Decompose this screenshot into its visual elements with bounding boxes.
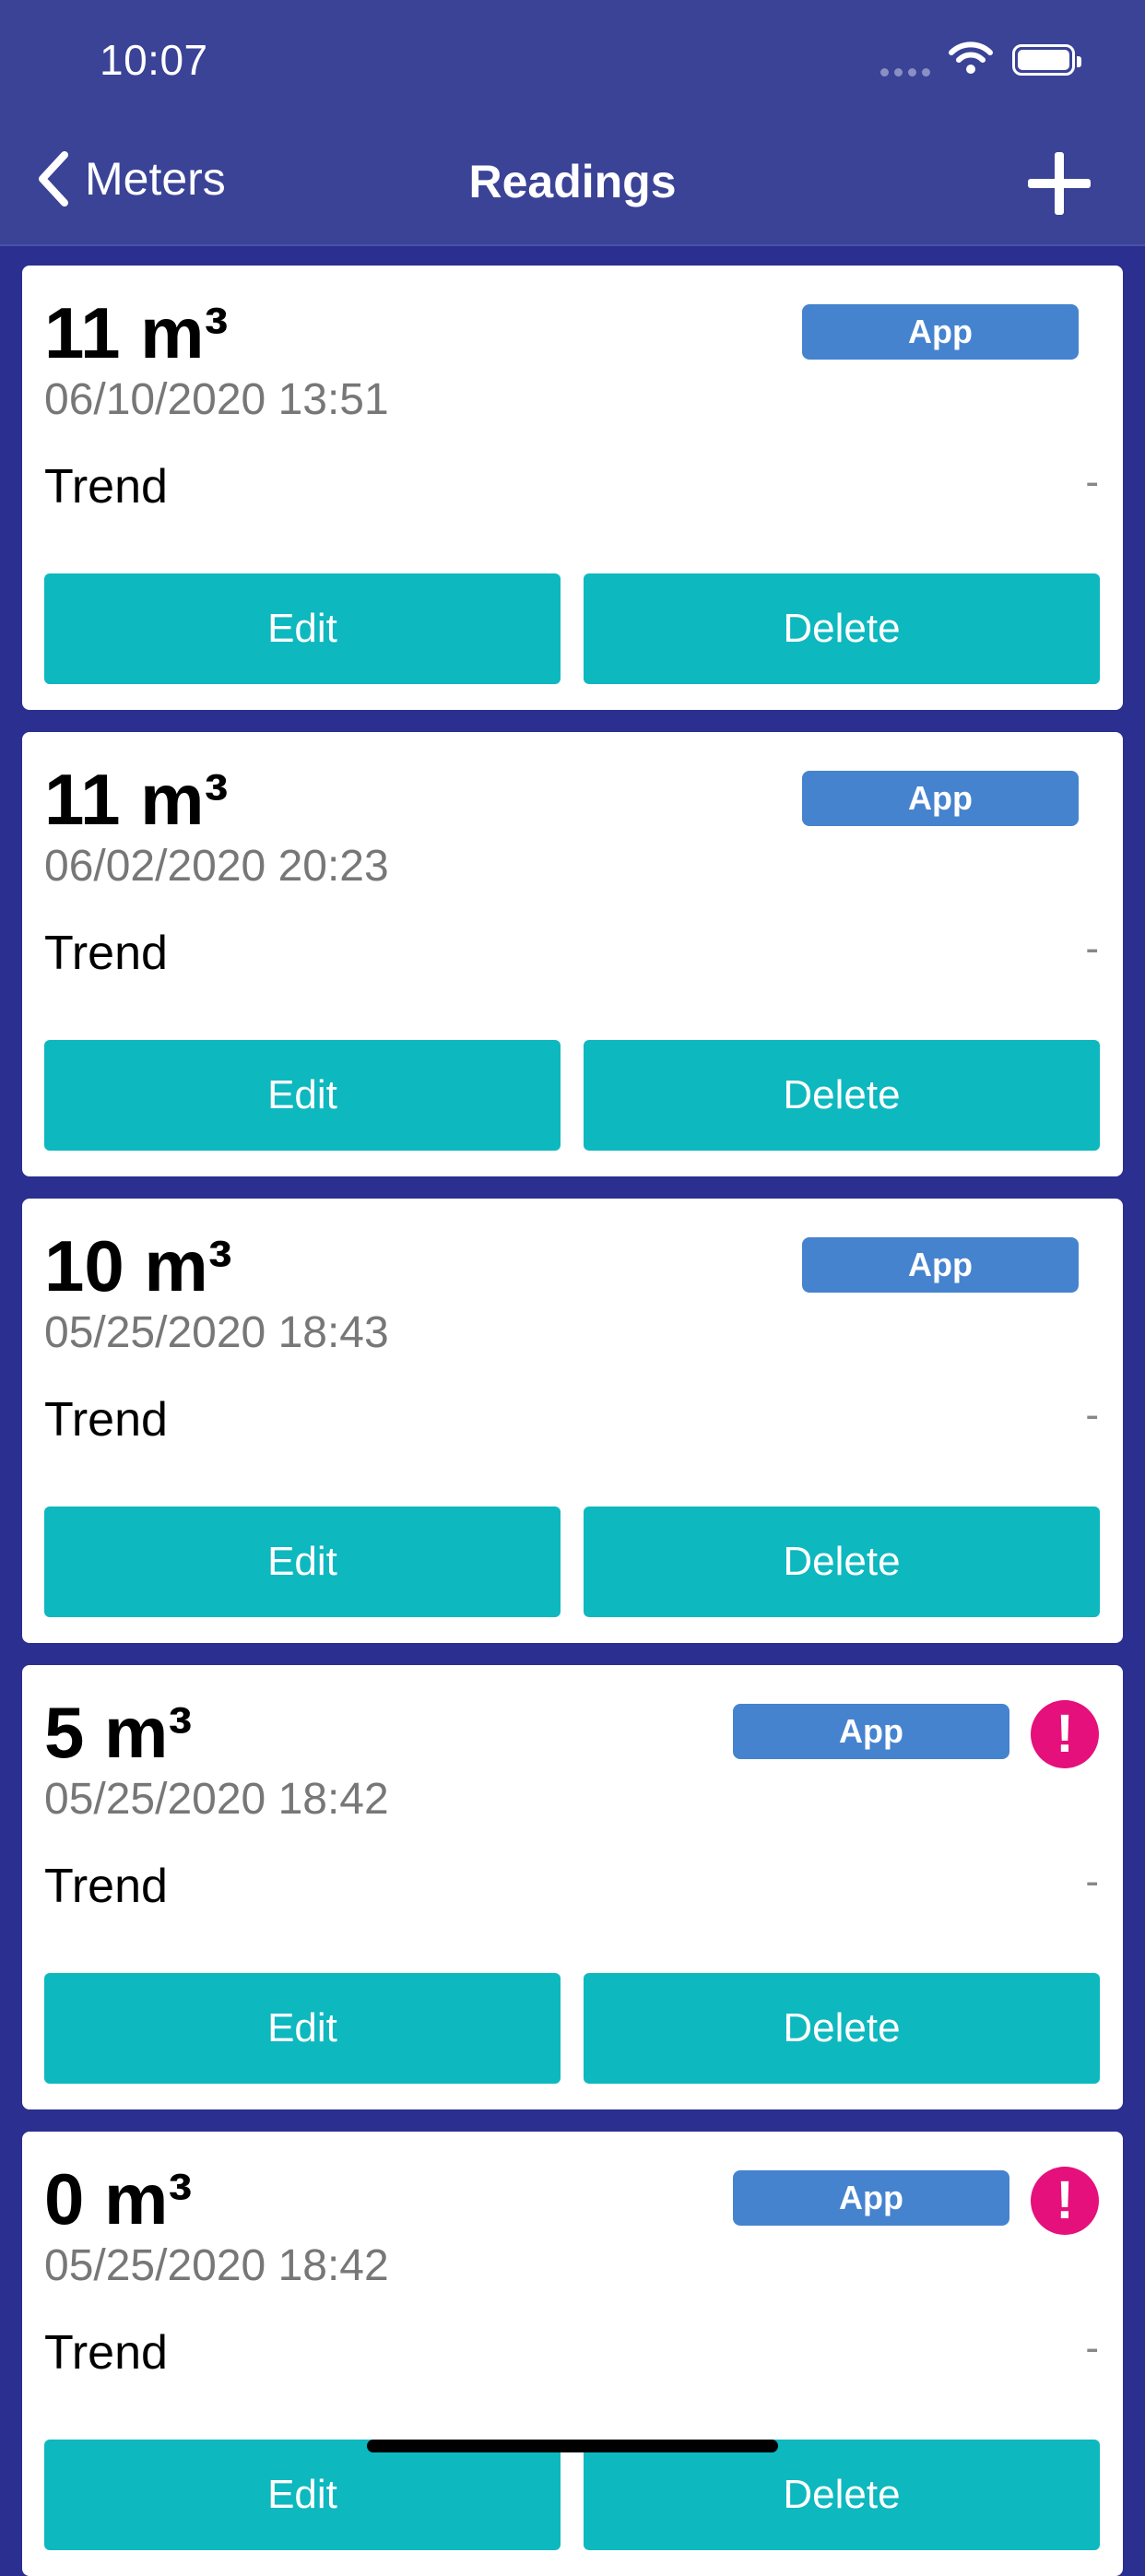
- delete-button[interactable]: Delete: [584, 573, 1100, 684]
- source-badge: App: [802, 304, 1079, 360]
- reading-value: 10 m³: [44, 1225, 232, 1306]
- delete-button[interactable]: Delete: [584, 1507, 1100, 1617]
- edit-button[interactable]: Edit: [44, 1973, 561, 2084]
- trend-label: Trend: [44, 460, 168, 514]
- reading-card: 10 m³ App 05/25/2020 18:43 Trend - Edit …: [22, 1199, 1123, 1643]
- trend-value: -: [1085, 459, 1099, 504]
- reading-card: 0 m³ App ! 05/25/2020 18:42 Trend - Edit…: [22, 2132, 1123, 2576]
- battery-icon: [1012, 44, 1081, 76]
- navigation-bar: 10:07 Meters Readings: [0, 0, 1145, 246]
- edit-button[interactable]: Edit: [44, 573, 561, 684]
- reading-value: 0 m³: [44, 2158, 193, 2239]
- delete-button[interactable]: Delete: [584, 2440, 1100, 2550]
- trend-value: -: [1085, 2325, 1099, 2370]
- delete-button[interactable]: Delete: [584, 1973, 1100, 2084]
- trend-label: Trend: [44, 2326, 168, 2380]
- reading-card: 11 m³ App 06/10/2020 13:51 Trend - Edit …: [22, 266, 1123, 710]
- wifi-icon: [949, 41, 993, 74]
- edit-button[interactable]: Edit: [44, 1040, 561, 1151]
- source-badge: App: [802, 771, 1079, 826]
- trend-label: Trend: [44, 1393, 168, 1447]
- trend-value: -: [1085, 1859, 1099, 1904]
- reading-card: 5 m³ App ! 05/25/2020 18:42 Trend - Edit…: [22, 1665, 1123, 2109]
- reading-value: 5 m³: [44, 1692, 193, 1773]
- warning-icon[interactable]: !: [1031, 2167, 1099, 2235]
- trend-value: -: [1085, 1392, 1099, 1437]
- reading-date: 06/10/2020 13:51: [44, 375, 389, 424]
- trend-value: -: [1085, 926, 1099, 971]
- reading-date: 06/02/2020 20:23: [44, 842, 389, 891]
- source-badge: App: [802, 1237, 1079, 1293]
- page-title: Readings: [468, 156, 677, 207]
- reading-date: 05/25/2020 18:43: [44, 1308, 389, 1357]
- edit-button[interactable]: Edit: [44, 2440, 561, 2550]
- delete-button[interactable]: Delete: [584, 1040, 1100, 1151]
- warning-icon[interactable]: !: [1031, 1700, 1099, 1768]
- status-time: 10:07: [100, 36, 208, 84]
- reading-card: 11 m³ App 06/02/2020 20:23 Trend - Edit …: [22, 732, 1123, 1176]
- trend-label: Trend: [44, 927, 168, 980]
- add-reading-button[interactable]: [1028, 152, 1091, 215]
- reading-value: 11 m³: [44, 759, 229, 840]
- trend-label: Trend: [44, 1860, 168, 1913]
- reading-date: 05/25/2020 18:42: [44, 2241, 389, 2290]
- source-badge: App: [733, 1704, 1009, 1759]
- source-badge: App: [733, 2170, 1009, 2226]
- home-indicator[interactable]: [367, 2440, 778, 2452]
- edit-button[interactable]: Edit: [44, 1507, 561, 1617]
- cellular-signal-icon: [880, 68, 930, 77]
- reading-date: 05/25/2020 18:42: [44, 1775, 389, 1824]
- reading-value: 11 m³: [44, 292, 229, 373]
